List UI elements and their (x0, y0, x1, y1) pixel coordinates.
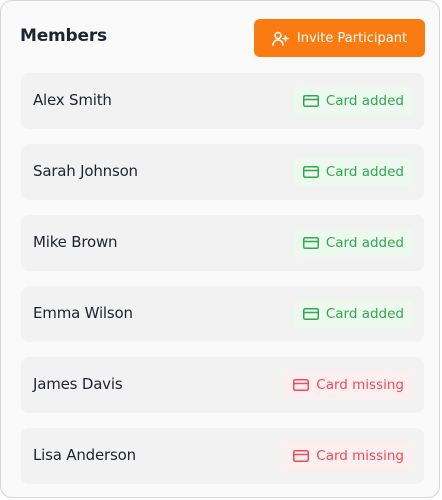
member-name: Emma Wilson (33, 304, 133, 322)
members-list: Alex Smith Card added Sarah Johnson Card… (21, 73, 424, 499)
card-status-text: Card missing (316, 377, 404, 393)
card-status-text: Card added (325, 306, 404, 322)
members-panel: Members Invite Participant Alex Smith Ca… (0, 0, 440, 498)
user-plus-icon (272, 31, 289, 46)
card-status-badge: Card added (292, 229, 414, 257)
card-status-text: Card added (325, 235, 404, 251)
credit-card-icon (302, 237, 319, 249)
card-status-text: Card added (325, 93, 404, 109)
member-name: Lisa Anderson (33, 446, 136, 464)
panel-header: Members Invite Participant (1, 1, 441, 73)
credit-card-icon (302, 166, 319, 178)
credit-card-icon (302, 95, 319, 107)
card-status-badge: Card added (292, 158, 414, 186)
card-status-badge: Card missing (283, 371, 414, 399)
credit-card-icon (293, 450, 310, 462)
credit-card-icon (302, 308, 319, 320)
member-row[interactable]: Lisa Anderson Card missing (21, 428, 424, 484)
member-name: James Davis (33, 375, 123, 393)
member-row[interactable]: Mike Brown Card added (21, 215, 424, 271)
member-name: Sarah Johnson (33, 162, 138, 180)
panel-title: Members (20, 26, 107, 46)
invite-participant-label: Invite Participant (296, 30, 408, 46)
member-row[interactable]: Alex Smith Card added (21, 73, 424, 129)
credit-card-icon (293, 379, 310, 391)
member-row[interactable]: Emma Wilson Card added (21, 286, 424, 342)
invite-participant-button[interactable]: Invite Participant (254, 19, 425, 57)
card-status-badge: Card missing (283, 442, 414, 470)
card-status-text: Card missing (316, 448, 404, 464)
card-status-badge: Card added (292, 87, 414, 115)
member-row[interactable]: Sarah Johnson Card added (21, 144, 424, 200)
member-name: Mike Brown (33, 233, 118, 251)
card-status-badge: Card added (292, 300, 414, 328)
member-name: Alex Smith (33, 91, 112, 109)
card-status-text: Card added (325, 164, 404, 180)
member-row[interactable]: James Davis Card missing (21, 357, 424, 413)
